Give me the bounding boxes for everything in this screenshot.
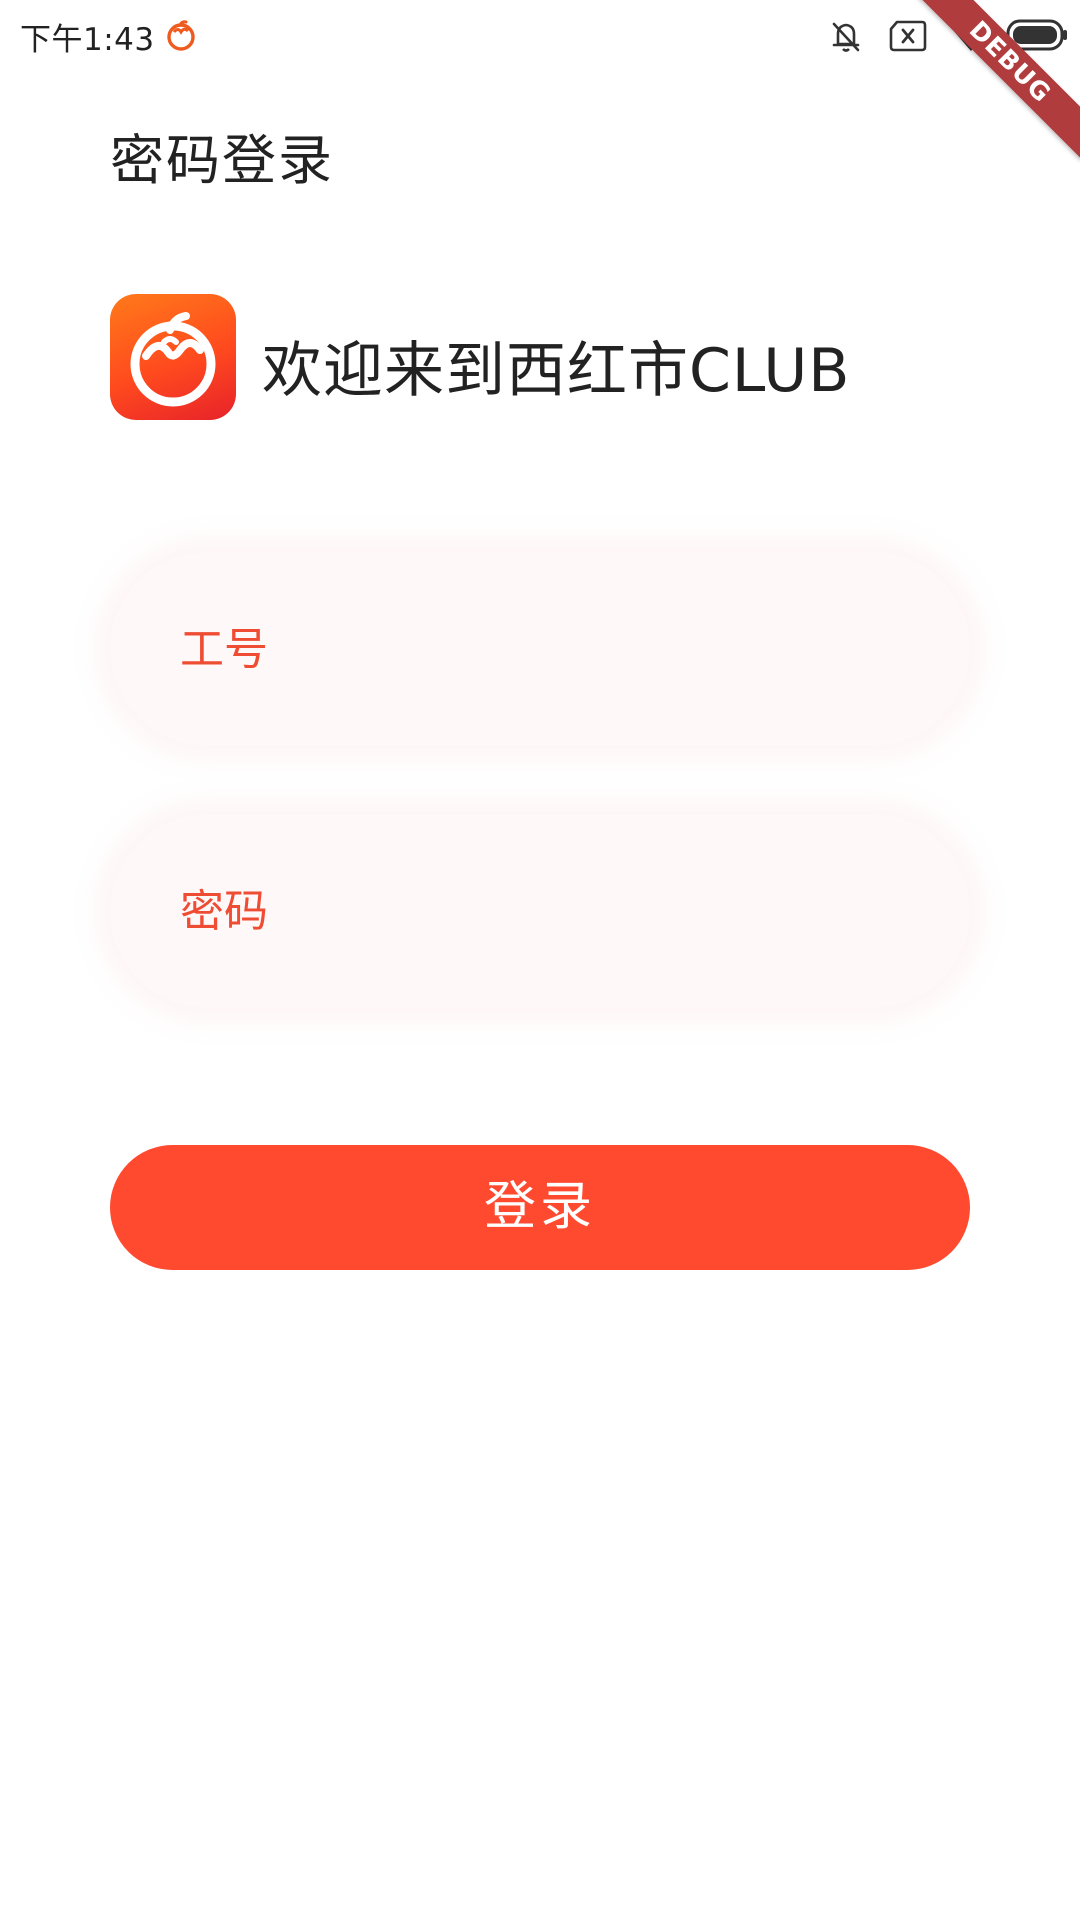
bell-off-icon	[832, 22, 860, 52]
tomato-icon	[167, 20, 195, 51]
employee-id-field	[110, 552, 970, 746]
password-field	[110, 814, 970, 1008]
welcome-text: 欢迎来到西红市CLUB	[262, 336, 851, 406]
employee-id-input[interactable]	[180, 552, 900, 746]
tomato-logo-icon	[110, 294, 236, 420]
sim-x-icon	[889, 20, 927, 52]
page-title: 密码登录	[110, 129, 334, 192]
status-bar: 下午1:43	[0, 0, 1080, 72]
battery-icon	[1006, 19, 1067, 51]
login-button[interactable]: 登录	[110, 1145, 970, 1270]
status-time: 下午1:43	[20, 22, 155, 58]
password-input[interactable]	[180, 814, 900, 1008]
wifi-icon	[952, 21, 990, 51]
login-screen: 下午1:43 DEBUG 密码登录 欢迎来到西红市CLUB 工号 登录	[0, 0, 1080, 1920]
